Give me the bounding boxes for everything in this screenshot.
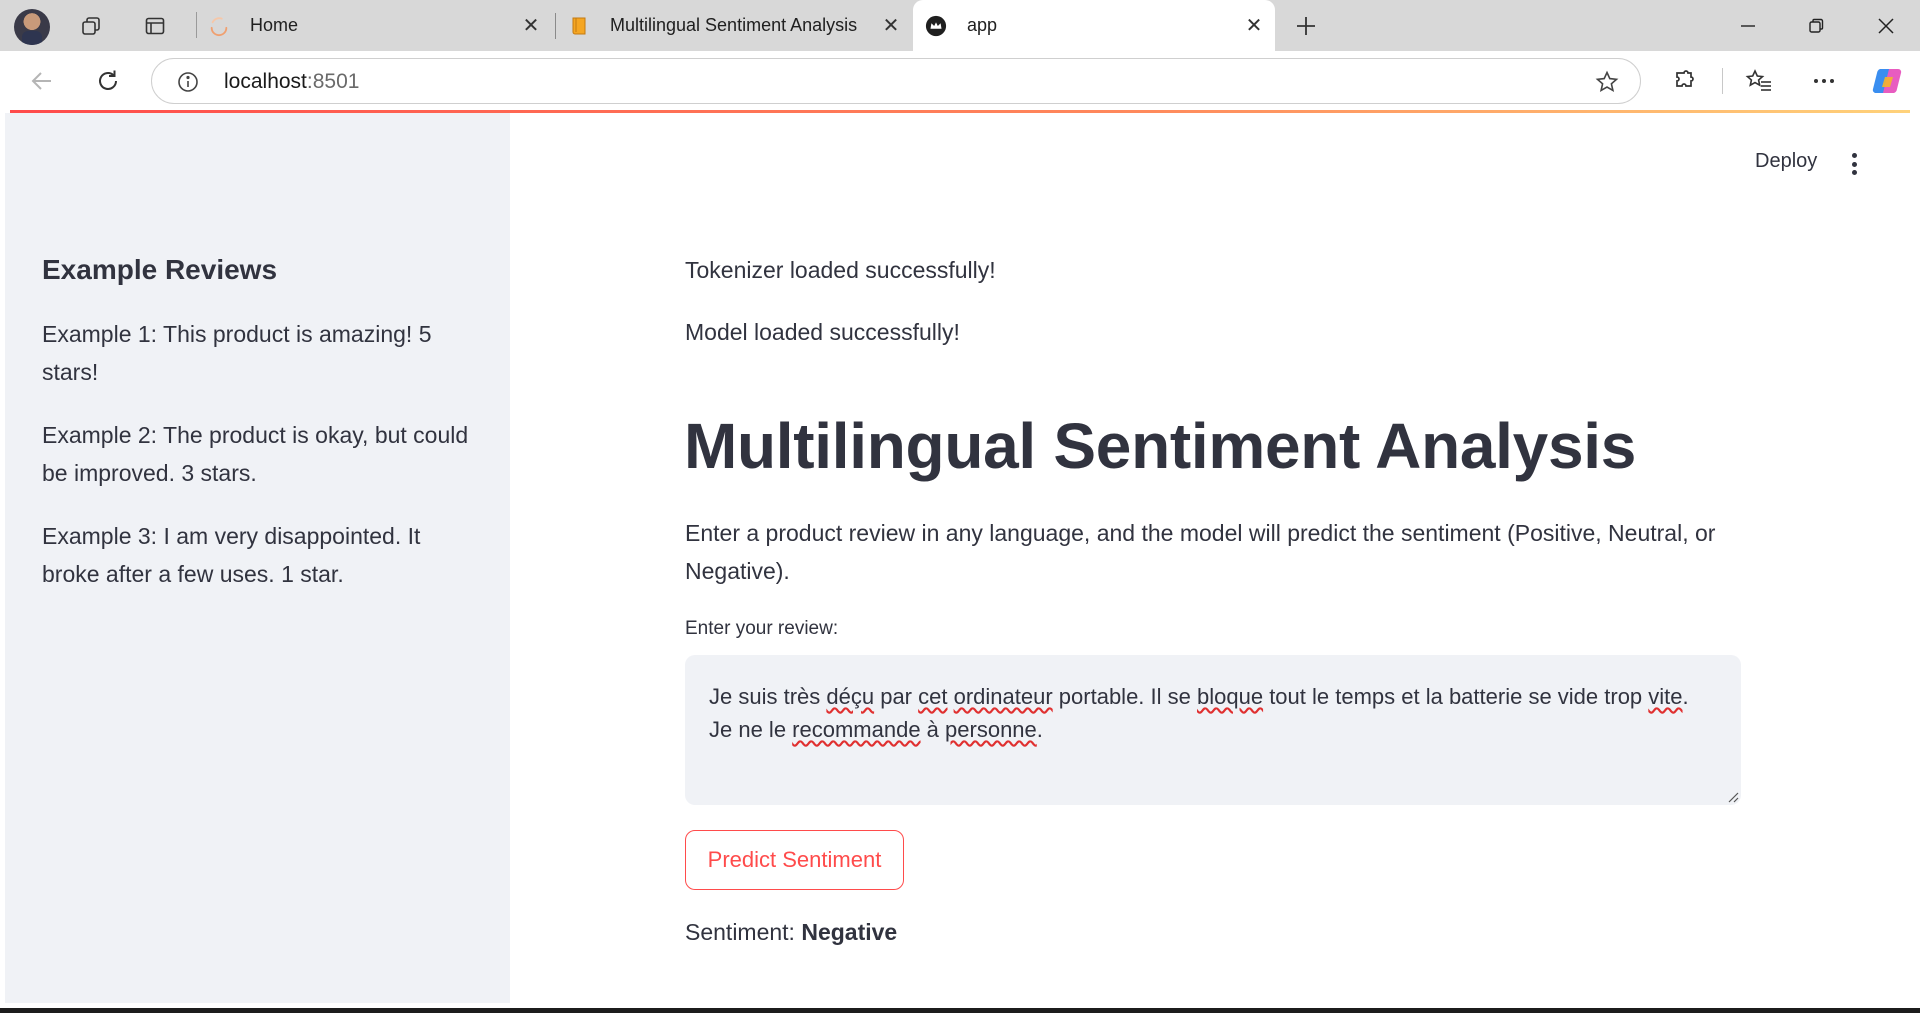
result-value: Negative xyxy=(801,919,898,945)
sentiment-result: Sentiment: Negative xyxy=(685,919,897,946)
refresh-button[interactable] xyxy=(86,59,130,103)
spinner-icon xyxy=(208,15,230,37)
example-review: Example 1: This product is amazing! 5 st… xyxy=(42,321,432,385)
workspaces-icon[interactable] xyxy=(78,13,104,39)
restore-button[interactable] xyxy=(1782,0,1850,51)
review-text: Je suis très xyxy=(709,684,827,709)
review-textarea[interactable]: Je suis très déçu par cet ordinateur por… xyxy=(685,655,1741,805)
profile-avatar[interactable] xyxy=(14,9,50,45)
favorite-star-icon[interactable] xyxy=(1594,69,1620,95)
page-title: Multilingual Sentiment Analysis xyxy=(684,410,1637,482)
sidebar-heading: Example Reviews xyxy=(42,254,278,285)
tab-sentiment-analysis[interactable]: Multilingual Sentiment Analysis ✕ xyxy=(556,0,912,51)
new-tab-icon[interactable] xyxy=(1292,12,1320,40)
spellcheck-word: bloque xyxy=(1197,684,1264,709)
browser-window: Home ✕ Multilingual Sentiment Analysis ✕… xyxy=(0,0,1920,1008)
extensions-icon[interactable] xyxy=(1663,59,1707,103)
taskbar-edge xyxy=(0,1008,1920,1013)
review-text: à xyxy=(920,717,946,742)
status-message: Model loaded successfully! xyxy=(685,319,960,345)
tab-strip: Home ✕ Multilingual Sentiment Analysis ✕… xyxy=(0,0,1920,51)
result-label: Sentiment: xyxy=(685,919,802,945)
copilot-icon[interactable] xyxy=(1865,59,1909,103)
more-options-icon[interactable] xyxy=(1802,59,1846,103)
url-port: :8501 xyxy=(306,70,360,93)
spellcheck-word: vite xyxy=(1648,684,1683,709)
main-menu-icon[interactable] xyxy=(1844,151,1864,177)
predict-sentiment-button[interactable]: Predict Sentiment xyxy=(685,830,904,890)
close-window-button[interactable] xyxy=(1852,0,1920,51)
deploy-button[interactable]: Deploy xyxy=(1755,150,1817,173)
book-icon xyxy=(568,15,590,37)
favorites-icon[interactable] xyxy=(1737,59,1781,103)
streamlit-app: Example Reviews Example 1: This product … xyxy=(5,113,1915,1003)
example-review: Example 3: I am very disappointed. It br… xyxy=(42,523,421,587)
close-tab-icon[interactable]: ✕ xyxy=(880,14,902,37)
tab-app[interactable]: app ✕ xyxy=(913,0,1275,51)
close-tab-icon[interactable]: ✕ xyxy=(520,14,542,37)
review-text: tout le temps et la batterie se vide tro… xyxy=(1263,684,1649,709)
review-text: portable. Il se xyxy=(1052,684,1197,709)
site-info-icon[interactable] xyxy=(176,70,200,94)
tab-actions-icon[interactable] xyxy=(142,13,168,39)
spellcheck-word: déçu xyxy=(826,684,875,709)
tab-title: app xyxy=(967,15,998,35)
spellcheck-word: personne xyxy=(945,717,1037,742)
page-description: Enter a product review in any language, … xyxy=(685,520,1716,584)
review-label: Enter your review: xyxy=(685,618,839,639)
review-text: . xyxy=(1036,717,1043,742)
strip-divider xyxy=(196,12,197,38)
example-review: Example 2: The product is okay, but coul… xyxy=(42,422,469,486)
url-text[interactable]: localhost:8501 xyxy=(224,70,359,94)
spellcheck-word: cet xyxy=(918,684,948,709)
close-tab-icon[interactable]: ✕ xyxy=(1243,14,1265,37)
review-text: par xyxy=(874,684,919,709)
tab-home[interactable]: Home ✕ xyxy=(202,0,552,51)
resize-handle-icon[interactable] xyxy=(1727,791,1739,803)
address-bar[interactable]: localhost:8501 xyxy=(151,58,1641,104)
spellcheck-word: recommande xyxy=(792,717,921,742)
back-button[interactable] xyxy=(20,59,64,103)
status-message: Tokenizer loaded successfully! xyxy=(685,257,996,283)
toolbar-divider xyxy=(1722,68,1723,94)
main-content: Deploy Tokenizer loaded successfully! Mo… xyxy=(510,113,1915,1003)
tab-title: Multilingual Sentiment Analysis xyxy=(610,15,858,35)
tab-title: Home xyxy=(250,15,299,35)
streamlit-crown-icon xyxy=(925,15,947,37)
sidebar: Example Reviews Example 1: This product … xyxy=(5,113,510,1003)
spellcheck-word: ordinateur xyxy=(953,684,1053,709)
minimize-button[interactable] xyxy=(1714,0,1782,51)
url-host: localhost xyxy=(224,70,307,93)
